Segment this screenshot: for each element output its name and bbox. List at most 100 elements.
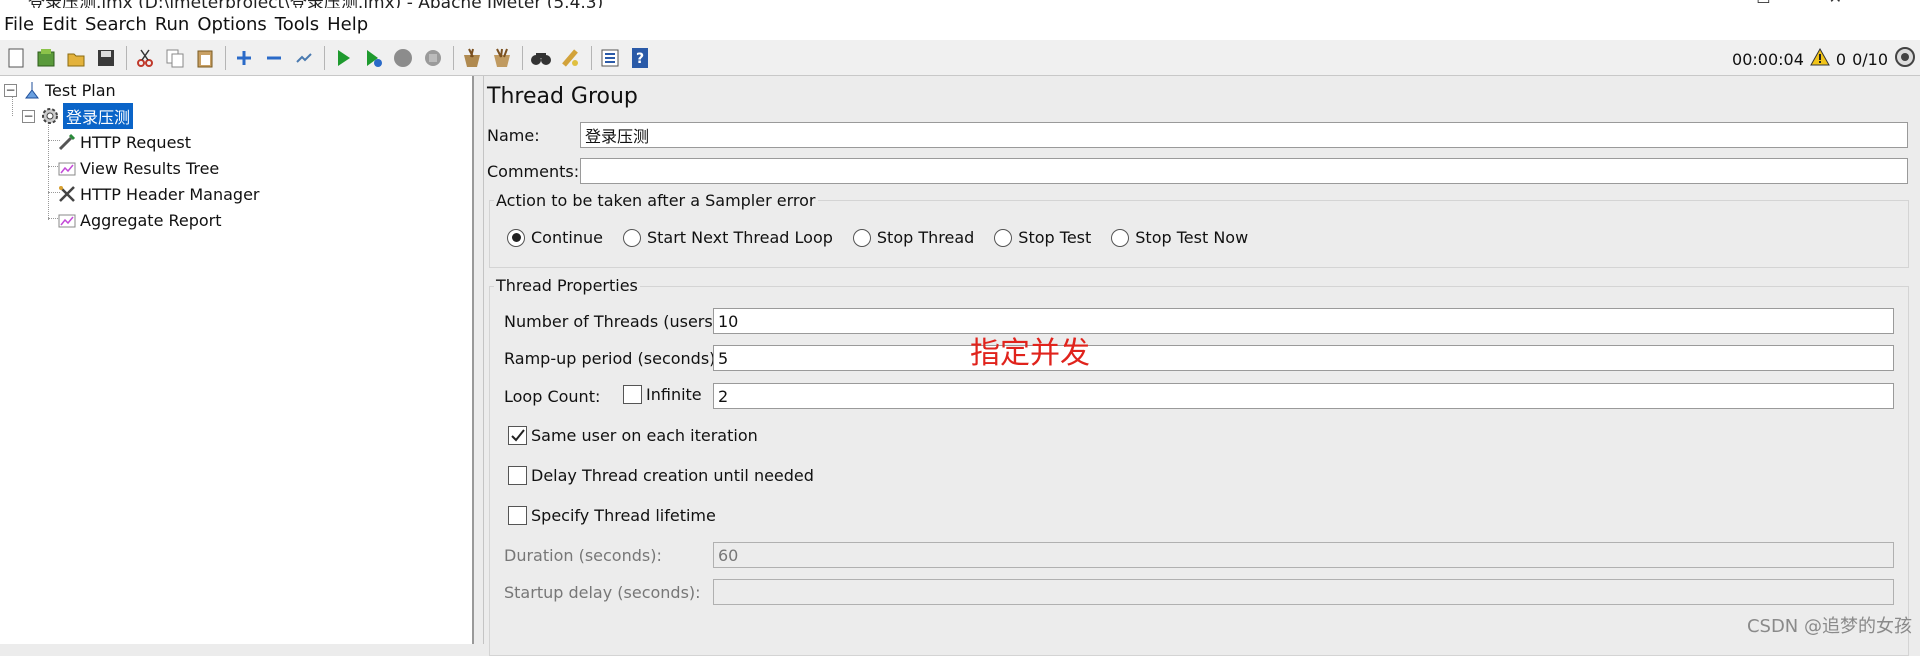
same-user-checkbox[interactable]: Same user on each iteration <box>508 426 758 445</box>
checkbox-checked-icon[interactable] <box>508 426 527 445</box>
collapse-toggle-icon[interactable]: − <box>22 109 35 123</box>
tree-item-view-results-tree[interactable]: View Results Tree <box>58 156 219 180</box>
comments-field[interactable] <box>580 158 1908 184</box>
menu-bar: File Edit Search Run Options Tools Help <box>0 8 1920 40</box>
copy-icon[interactable] <box>163 46 187 70</box>
window-title-bar: 登录压测.jmx (D:\jmeterproject\登录压测.jmx) - A… <box>0 0 1920 8</box>
save-icon[interactable] <box>94 46 118 70</box>
pipette-icon <box>58 133 76 151</box>
tree-item-http-header-manager[interactable]: HTTP Header Manager <box>58 182 260 206</box>
graph-icon <box>58 211 76 229</box>
loop-count-input[interactable]: 2 <box>713 383 1894 409</box>
new-icon[interactable] <box>4 46 28 70</box>
duration-label: Duration (seconds): <box>504 546 662 565</box>
radio-icon[interactable] <box>994 228 1013 247</box>
checkbox-icon[interactable] <box>508 506 527 525</box>
help-icon[interactable]: ? <box>628 46 652 70</box>
checkbox-icon[interactable] <box>508 466 527 485</box>
radio-icon[interactable] <box>1111 228 1130 247</box>
tree-item-http-request[interactable]: HTTP Request <box>58 130 191 154</box>
stop-icon[interactable] <box>391 46 415 70</box>
warning-icon[interactable] <box>1810 47 1830 70</box>
threads-label: Number of Threads (users): <box>504 312 725 331</box>
radio-icon[interactable] <box>852 228 871 247</box>
menu-help[interactable]: Help <box>327 14 368 35</box>
start-icon[interactable] <box>331 46 355 70</box>
delay-thread-checkbox[interactable]: Delay Thread creation until needed <box>508 466 814 485</box>
loop-count-label: Loop Count: <box>504 387 601 406</box>
toolbar-separator <box>225 45 226 70</box>
radio-icon[interactable] <box>622 228 641 247</box>
reset-search-icon[interactable] <box>559 46 583 70</box>
radio-selected-icon[interactable] <box>507 228 525 247</box>
rampup-input[interactable]: 5 <box>713 345 1894 371</box>
menu-options[interactable]: Options <box>197 14 266 35</box>
gear-icon <box>41 107 59 125</box>
radio-label: Start Next Thread Loop <box>646 228 833 247</box>
tree-item-label: Aggregate Report <box>80 210 222 230</box>
tree-item-aggregate-report[interactable]: Aggregate Report <box>58 208 222 232</box>
toolbar-separator <box>591 45 592 70</box>
toggle-icon[interactable] <box>292 46 316 70</box>
checkbox-label: Specify Thread lifetime <box>531 506 716 525</box>
menu-tools[interactable]: Tools <box>275 14 319 35</box>
tree-item-thread-group[interactable]: − 登录压测 <box>22 103 134 129</box>
sampler-error-title: Action to be taken after a Sampler error <box>494 191 818 210</box>
menu-file[interactable]: File <box>4 14 34 35</box>
thread-group-editor: Thread Group Name: 登录压测 Comments: Action… <box>485 76 1920 656</box>
open-icon[interactable] <box>64 46 88 70</box>
tree-item-label: 登录压测 <box>63 103 134 129</box>
shutdown-icon[interactable] <box>421 46 445 70</box>
tree-connector <box>48 116 49 220</box>
toolbar-separator <box>324 45 325 70</box>
menu-run[interactable]: Run <box>155 14 190 35</box>
search-icon[interactable] <box>529 46 553 70</box>
test-plan-icon <box>23 81 41 99</box>
clear-all-icon[interactable] <box>490 46 514 70</box>
svg-text:?: ? <box>636 51 644 67</box>
infinite-checkbox[interactable]: Infinite <box>623 385 702 404</box>
menu-edit[interactable]: Edit <box>42 14 77 35</box>
radio-label: Stop Test <box>1018 228 1092 247</box>
thread-properties-title: Thread Properties <box>494 276 640 295</box>
page-title: Thread Group <box>487 84 638 109</box>
clear-icon[interactable] <box>460 46 484 70</box>
radio-continue[interactable]: Continue <box>507 228 603 247</box>
radio-start-next-thread-loop[interactable]: Start Next Thread Loop <box>622 228 833 247</box>
cut-icon[interactable] <box>133 46 157 70</box>
radio-stop-test[interactable]: Stop Test <box>994 228 1091 247</box>
expand-icon[interactable] <box>232 46 256 70</box>
thread-lifetime-checkbox[interactable]: Specify Thread lifetime <box>508 506 716 525</box>
radio-stop-thread[interactable]: Stop Thread <box>852 228 974 247</box>
templates-icon[interactable] <box>34 46 58 70</box>
radio-stop-test-now[interactable]: Stop Test Now <box>1111 228 1248 247</box>
paste-icon[interactable] <box>193 46 217 70</box>
tree-item-label: Test Plan <box>45 80 116 100</box>
window-controls[interactable]: –☐✕ <box>1690 0 1900 7</box>
duration-input[interactable]: 60 <box>713 542 1894 568</box>
toolbar-separator <box>453 45 454 70</box>
collapse-toggle-icon[interactable]: − <box>4 83 17 97</box>
panel-splitter[interactable] <box>474 76 484 644</box>
checkbox-icon[interactable] <box>623 385 642 404</box>
test-plan-tree: − Test Plan − 登录压测 HTTP Request View Res… <box>0 76 474 644</box>
function-helper-icon[interactable] <box>598 46 622 70</box>
checkbox-label: Infinite <box>646 385 702 404</box>
startup-delay-label: Startup delay (seconds): <box>504 583 701 602</box>
toolbar-separator <box>126 45 127 70</box>
startup-delay-input[interactable] <box>713 579 1894 605</box>
collapse-icon[interactable] <box>262 46 286 70</box>
start-no-timers-icon[interactable] <box>361 46 385 70</box>
graph-icon <box>58 159 76 177</box>
name-label: Name: <box>487 126 540 145</box>
tools-icon <box>58 185 76 203</box>
name-field[interactable]: 登录压测 <box>580 122 1908 148</box>
menu-search[interactable]: Search <box>85 14 147 35</box>
annotation-text: 指定并发 <box>970 336 1090 371</box>
tree-item-label: View Results Tree <box>80 158 220 178</box>
tree-item-test-plan[interactable]: − Test Plan <box>4 78 116 102</box>
threads-indicator-icon[interactable] <box>1894 46 1916 72</box>
tree-item-label: HTTP Request <box>80 132 192 152</box>
checkbox-label: Same user on each iteration <box>531 426 758 445</box>
threads-input[interactable]: 10 <box>713 308 1894 334</box>
